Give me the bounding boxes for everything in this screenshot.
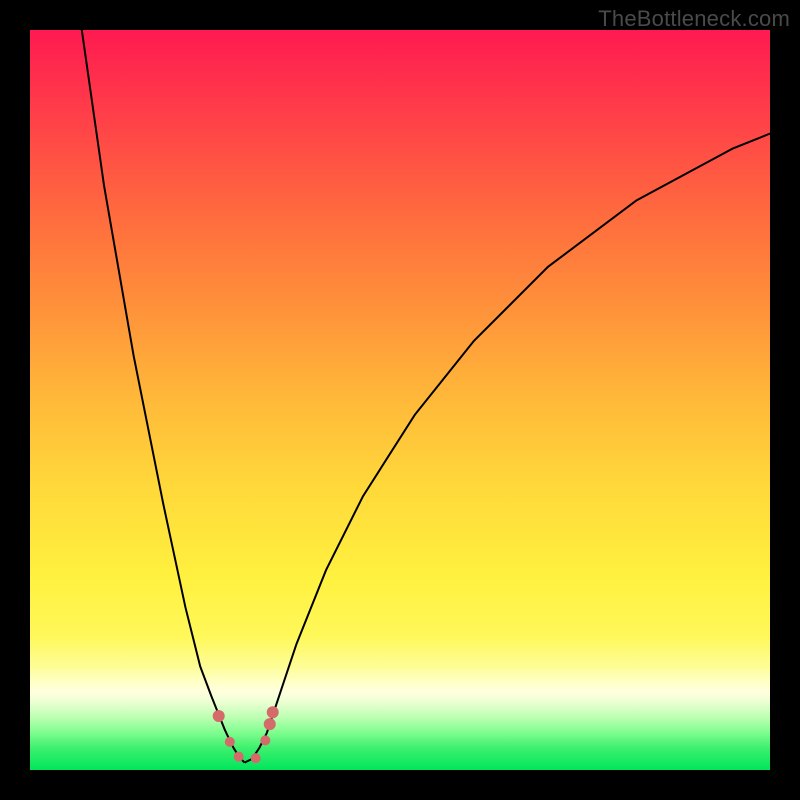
bottleneck-curve [30,30,770,770]
curve-left-branch [82,30,245,763]
chart-plot-area [30,30,770,770]
watermark-text: TheBottleneck.com [598,6,790,32]
curve-right-branch [245,134,770,763]
curve-marker [260,735,270,745]
curve-markers-group [213,706,279,763]
curve-marker [267,706,279,718]
curve-marker [251,753,261,763]
curve-marker [213,710,225,722]
curve-marker [225,737,235,747]
curve-marker [234,752,244,762]
curve-marker [264,718,276,730]
